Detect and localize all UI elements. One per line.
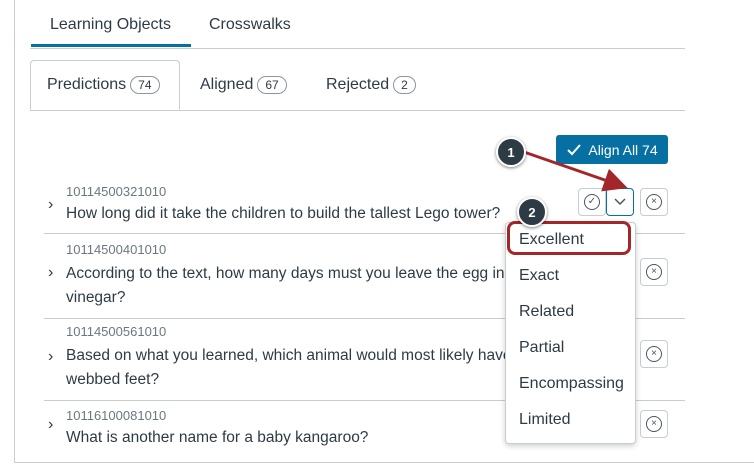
callout-arrow-icon [523, 150, 628, 192]
callout-badge-1: 1 [496, 137, 526, 167]
callout-badge-2: 2 [517, 197, 547, 227]
